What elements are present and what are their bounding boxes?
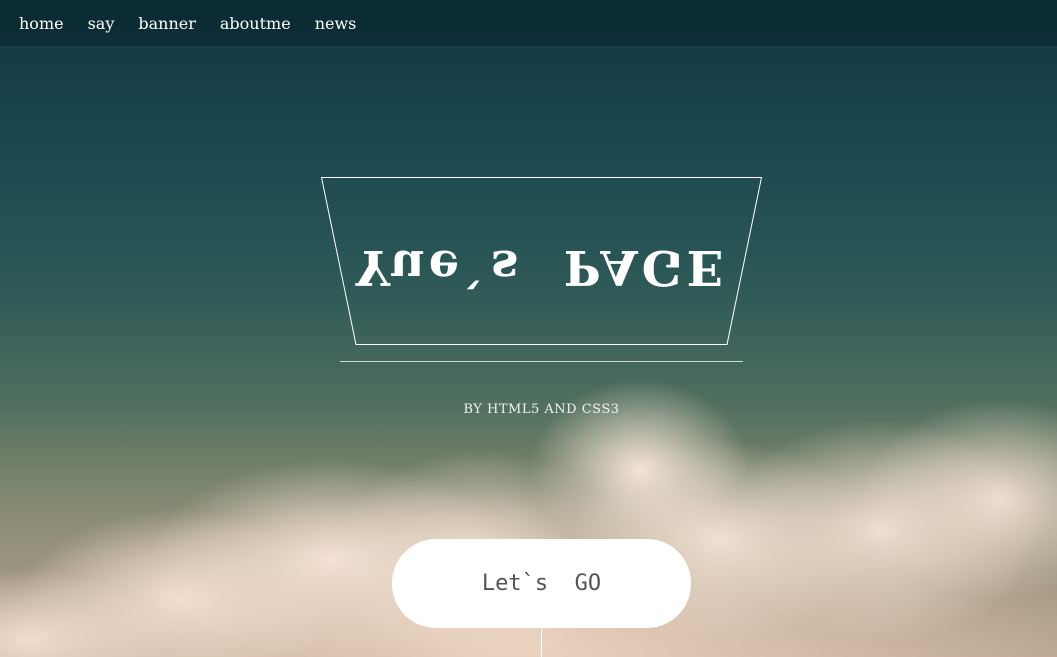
- hero-subtitle: BY HTML5 AND CSS3: [463, 402, 620, 417]
- top-nav: home say banner aboutme news: [0, 0, 1057, 46]
- site-logo: Yue`s PAGE: [321, 177, 762, 345]
- lets-go-button[interactable]: Let`s GO: [392, 539, 691, 628]
- nav-item-home[interactable]: home: [19, 14, 64, 33]
- nav-item-banner[interactable]: banner: [138, 14, 196, 33]
- button-stem-line: [541, 628, 542, 657]
- nav-item-news[interactable]: news: [315, 14, 357, 33]
- logo-title: Yue`s PAGE: [355, 239, 728, 295]
- nav-item-say[interactable]: say: [88, 14, 115, 33]
- hero-divider: [340, 361, 743, 362]
- nav-item-aboutme[interactable]: aboutme: [220, 14, 291, 33]
